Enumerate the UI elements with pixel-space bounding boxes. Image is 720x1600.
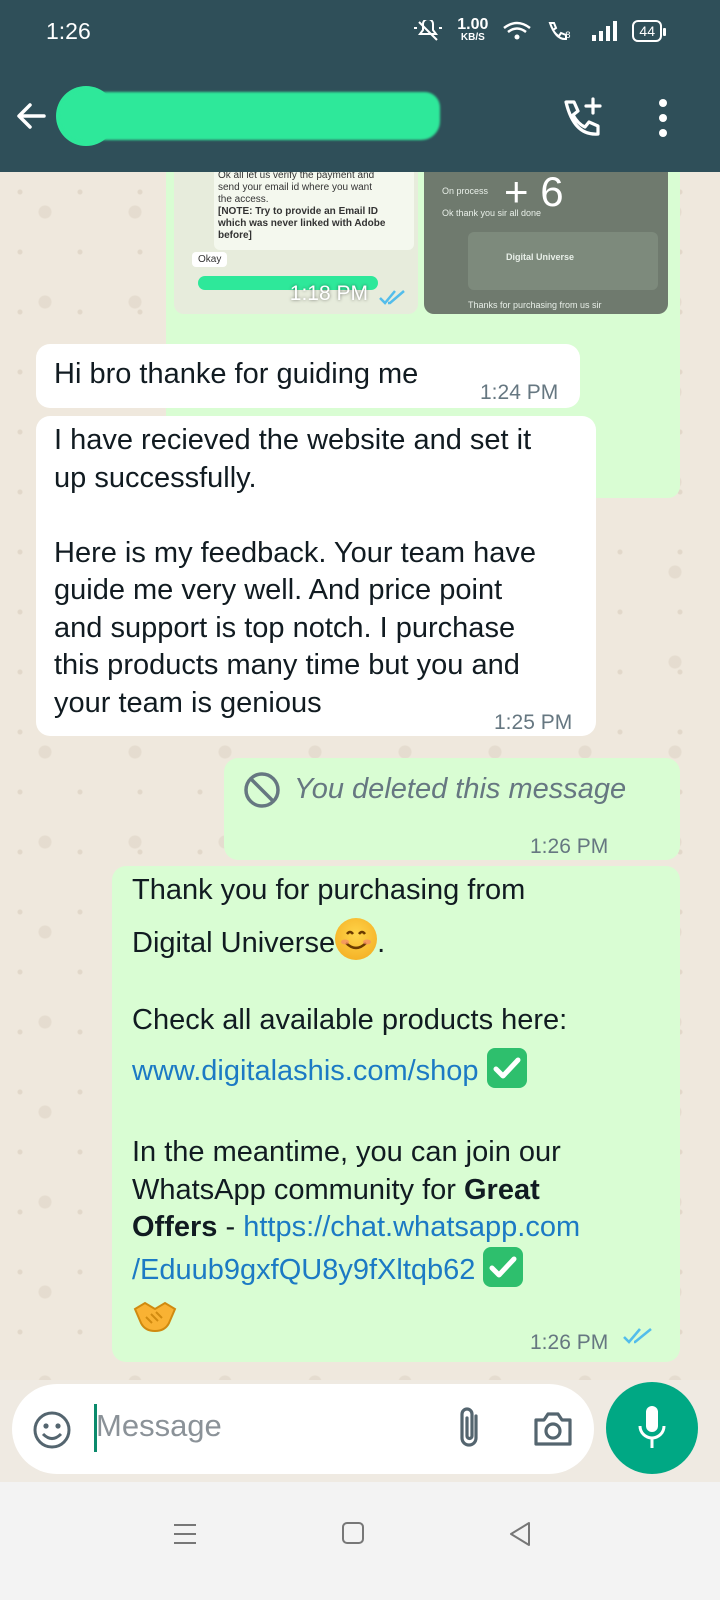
net-speed-unit: KB/S [460,32,485,43]
message-line: guide me very well. And price point [54,574,503,606]
media-time: 1:18 PM [289,282,368,305]
mic-icon [638,1406,666,1448]
message-line: and support is top notch. I purchase [54,611,516,644]
text-segment: - [217,1211,244,1243]
message-line: your team is genious [54,686,322,719]
status-time: 1:26 [46,17,91,44]
read-ticks-icon [623,1327,652,1344]
system-nav-bar [0,1482,720,1600]
mute-icon [414,20,443,41]
handshake-emoji-line [132,1297,580,1348]
message-input[interactable]: Message [96,1408,222,1444]
media-thumbnail-1[interactable]: Ok all let us verify the payment and sen… [174,172,418,314]
preview-text: Ok all let us verify the payment and sen… [218,172,414,242]
incoming-message[interactable]: Hi bro thanke for guiding me 1:24 PM [36,344,580,408]
shop-link[interactable]: www.digitalashis.com/shop [132,1055,479,1087]
battery-indicator: 44 [632,20,666,42]
message-line-link: www.digitalashis.com/shop [132,1047,580,1091]
svg-text:8: 8 [565,31,571,41]
preview-line: [NOTE: Try to provide an Email ID [218,206,379,217]
preview-line: before] [218,230,252,241]
message-line: Thank you for purchasing from [132,874,526,906]
handshake-emoji-icon [133,1301,177,1333]
message-line: In the meantime, you can join our [132,1136,561,1168]
wifi-icon [503,21,532,40]
contact-name-redacted[interactable] [60,92,440,140]
more-vert-icon[interactable] [656,98,670,138]
read-ticks-icon [379,290,405,305]
bold-text: Great [464,1173,540,1206]
preview-brand: Digital Universe [506,252,575,262]
net-speed-value: 1.00 [457,16,489,33]
status-bar: 1:26 1.00 KB/S 8 44 [0,0,720,62]
chat-area[interactable]: Ok all let us verify the payment and sen… [0,172,720,1380]
deleted-message[interactable]: You deleted this message 1:26 PM [224,758,680,860]
message-line: WhatsApp community for Great [132,1172,580,1210]
deleted-text: You deleted this message [294,773,627,806]
text-segment: WhatsApp community for [132,1173,464,1206]
chat-header [0,62,720,172]
message-text: Hi bro thanke for guiding me [54,358,419,390]
nav-back-icon[interactable] [508,1521,532,1547]
net-speed: 1.00 KB/S [457,16,489,44]
message-line: Check all available products here: [132,1004,568,1036]
check-mark-emoji-icon [486,1047,527,1088]
preview-line: which was never linked with Adobe [218,218,386,229]
punctuation: . [377,926,386,959]
preview-okay: Okay [192,252,228,267]
message-time: 1:25 PM [494,711,573,734]
message-line: up successfully. [54,461,257,494]
status-icons: 1.00 KB/S 8 44 [413,16,666,44]
message-line-link: /Eduub9gxfQU8y9fXltqb62 [132,1246,580,1290]
preview-line: send your email id where you want [218,182,372,193]
battery-level: 44 [639,23,655,39]
volte-call-icon: 8 [549,22,571,41]
bold-text: Offers [132,1211,218,1243]
preview-line: the access. [218,194,269,205]
smiling-face-emoji-icon [335,917,378,960]
message-text: I have recieved the website and set it u… [54,422,536,722]
brand-text: Digital Universe [132,926,336,959]
message-time: 1:26 PM [530,835,609,858]
message-line: Here is my feedback. Your team have [54,536,536,569]
deleted-content: You deleted this message [242,770,626,810]
community-link-part1[interactable]: https://chat.whatsapp.com [243,1211,580,1243]
voice-record-button[interactable] [606,1382,698,1474]
message-line: this products many time but you and [54,649,520,681]
signal-icon [592,21,618,41]
preview-process: On process [442,186,489,196]
message-line-with-emoji: Digital Universe. [132,917,580,963]
blocked-icon [244,772,280,808]
message-time: 1:26 PM [530,1331,609,1354]
outgoing-message[interactable]: Thank you for purchasing from Digital Un… [112,866,680,1362]
nav-menu-icon[interactable] [172,1522,198,1546]
add-call-icon[interactable] [560,96,604,140]
message-input-container[interactable]: Message [12,1384,594,1474]
media-thumbnail-2[interactable]: On process + 6 Ok thank you sir all done… [424,172,668,314]
message-line: I have recieved the website and set it [54,424,532,456]
back-arrow-icon[interactable] [14,96,50,136]
message-text: Thank you for purchasing from Digital Un… [132,872,580,1348]
compose-bar: Message [0,1380,720,1482]
nav-home-icon[interactable] [341,1521,365,1545]
message-time: 1:24 PM [480,381,559,404]
check-mark-emoji-icon [483,1246,524,1287]
community-link-part2[interactable]: /Eduub9gxfQU8y9fXltqb62 [132,1254,475,1286]
emoji-icon[interactable] [32,1410,72,1450]
message-line: Offers - https://chat.whatsapp.com [132,1209,580,1247]
preview-footer: Thanks for purchasing from us sir [468,300,602,310]
incoming-message[interactable]: I have recieved the website and set it u… [36,416,596,736]
preview-thanks: Ok thank you sir all done [442,208,542,218]
preview-line: Ok all let us verify the payment and [218,172,375,181]
camera-icon[interactable] [532,1408,574,1448]
attach-icon[interactable] [452,1406,486,1452]
